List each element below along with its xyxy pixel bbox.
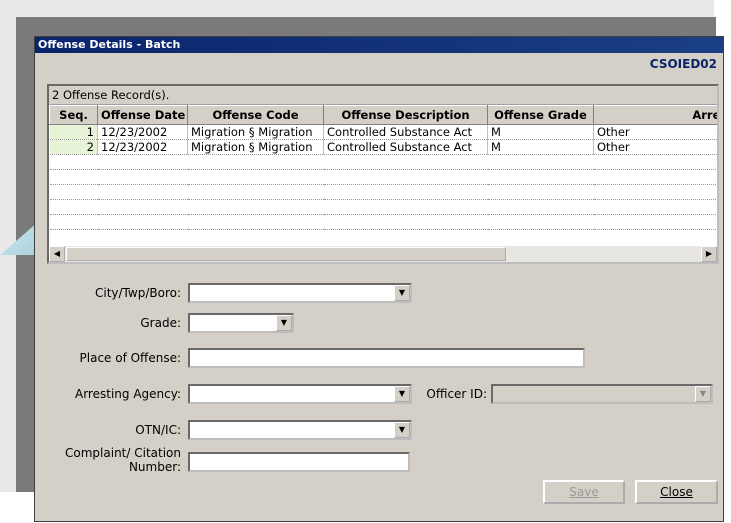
table-row[interactable]: 1 12/23/2002 Migration § Migration Contr… — [49, 124, 717, 140]
grid-record-count: 2 Offense Record(s). — [49, 86, 717, 105]
officer-id-select: ▼ — [491, 384, 713, 404]
cell-offense-grade: M — [487, 124, 594, 140]
horizontal-scrollbar[interactable]: ◀ ▶ — [49, 245, 717, 262]
complaint-label: Complaint/ Citation Number: — [45, 446, 181, 474]
save-button[interactable]: Save — [543, 480, 625, 504]
cell-offense-code: Migration § Migration — [187, 124, 324, 140]
complaint-label-line1: Complaint/ Citation — [65, 446, 181, 460]
chevron-down-icon[interactable]: ▼ — [394, 422, 410, 438]
otn-label: OTN/IC: — [135, 423, 181, 437]
column-header-arresting-agency[interactable]: Arresting A — [593, 105, 717, 125]
complaint-number-input[interactable] — [188, 452, 410, 472]
window-title: Offense Details - Batch — [35, 37, 723, 53]
otn-select[interactable]: ▼ — [188, 420, 412, 440]
cell-offense-grade: M — [487, 139, 594, 155]
place-of-offense-input[interactable] — [188, 348, 585, 368]
column-header-offense-date[interactable]: Offense Date — [97, 105, 188, 125]
scroll-left-icon[interactable]: ◀ — [49, 246, 65, 262]
close-button[interactable]: Close — [635, 480, 718, 504]
column-header-seq[interactable]: Seq. — [49, 105, 98, 125]
cell-seq: 2 — [49, 139, 98, 155]
column-header-offense-grade[interactable]: Offense Grade — [487, 105, 594, 125]
agency-label: Arresting Agency: — [75, 387, 181, 401]
empty-row — [49, 184, 717, 200]
officer-label: Officer ID: — [426, 387, 487, 401]
chevron-down-icon: ▼ — [695, 386, 711, 402]
column-header-offense-code[interactable]: Offense Code — [187, 105, 324, 125]
save-label: Save — [569, 485, 599, 499]
scrollbar-thumb[interactable] — [66, 247, 506, 261]
column-header-offense-description[interactable]: Offense Description — [323, 105, 488, 125]
complaint-label-line2: Number: — [128, 460, 181, 474]
city-label: City/Twp/Boro: — [94, 286, 181, 300]
empty-row — [49, 214, 717, 230]
grade-label: Grade: — [140, 316, 181, 330]
table-header-row: Seq. Offense Date Offense Code Offense D… — [49, 105, 717, 125]
offense-table: Seq. Offense Date Offense Code Offense D… — [49, 105, 717, 230]
offense-records-grid[interactable]: 2 Offense Record(s). Seq. Offense Date O… — [47, 84, 719, 264]
empty-row — [49, 169, 717, 185]
scroll-right-icon[interactable]: ▶ — [701, 246, 717, 262]
cell-seq: 1 — [49, 124, 98, 140]
close-label: Close — [660, 485, 693, 499]
place-label: Place of Offense: — [79, 351, 181, 365]
grade-select[interactable]: ▼ — [188, 313, 294, 333]
offense-details-window: Offense Details - Batch CSOIED02 2 Offen… — [34, 36, 724, 522]
cell-offense-date: 12/23/2002 — [97, 139, 188, 155]
form-code: CSOIED02 — [649, 57, 717, 71]
cell-offense-description: Controlled Substance Act — [323, 124, 488, 140]
empty-row — [49, 199, 717, 215]
empty-row — [49, 154, 717, 170]
cell-arresting-agency: Other — [593, 124, 717, 140]
arresting-agency-select[interactable]: ▼ — [188, 384, 412, 404]
cell-offense-date: 12/23/2002 — [97, 124, 188, 140]
table-row[interactable]: 2 12/23/2002 Migration § Migration Contr… — [49, 139, 717, 155]
chevron-down-icon[interactable]: ▼ — [394, 285, 410, 301]
city-select[interactable]: ▼ — [188, 283, 412, 303]
cell-offense-code: Migration § Migration — [187, 139, 324, 155]
chevron-down-icon[interactable]: ▼ — [276, 315, 292, 331]
cell-arresting-agency: Other — [593, 139, 717, 155]
cell-offense-description: Controlled Substance Act — [323, 139, 488, 155]
